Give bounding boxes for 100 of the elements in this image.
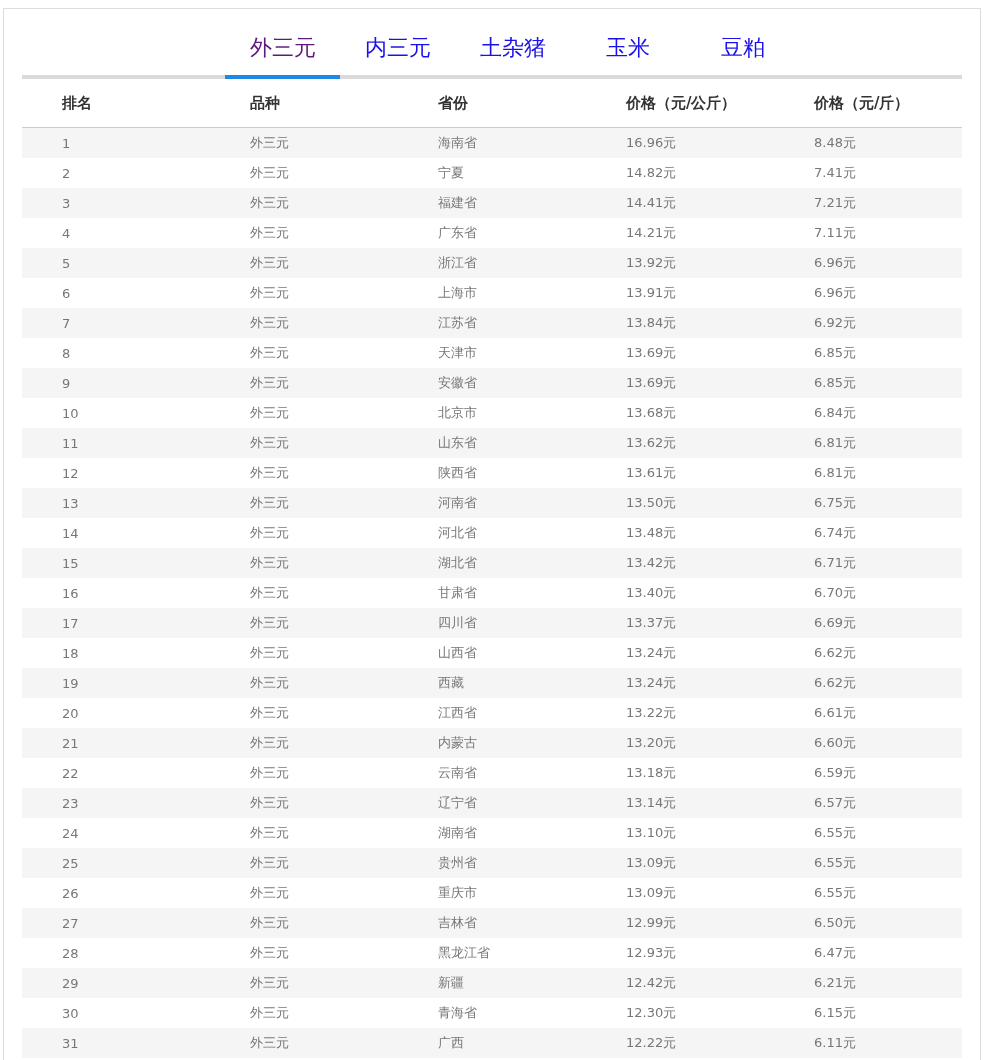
table-cell-text: 6.96元	[813, 254, 857, 272]
table-cell-text: 14.21元	[625, 224, 678, 242]
table-cell-text: 贵州省	[437, 854, 478, 872]
tab[interactable]: 玉米	[570, 27, 685, 79]
tab[interactable]: 土杂猪	[455, 27, 570, 79]
table-cell-text: 6.85元	[813, 344, 857, 362]
table-cell-text: 黑龙江省	[437, 944, 491, 962]
table-cell-text: 17	[61, 615, 80, 631]
table-cell-text: 云南省	[437, 764, 478, 782]
table-cell-text: 31	[61, 1035, 80, 1051]
table-cell-text: 上海市	[437, 284, 478, 302]
table-cell-text: 6.57元	[813, 794, 857, 812]
table-cell-text: 5	[61, 255, 72, 271]
table-cell-text: 外三元	[249, 224, 290, 242]
table-cell-text: 13.10元	[625, 824, 678, 842]
table-cell-text: 外三元	[249, 674, 290, 692]
table-cell-text: 13.84元	[625, 314, 678, 332]
table-cell-text: 6.55元	[813, 884, 857, 902]
table-cell-text: 四川省	[437, 614, 478, 632]
table-cell-text: 外三元	[249, 884, 290, 902]
table-cell-text: 23	[61, 795, 80, 811]
table-cell-text: 4	[61, 225, 72, 241]
table-cell-text: 外三元	[249, 344, 290, 362]
table-cell-text: 22	[61, 765, 80, 781]
table-cell-text: 外三元	[249, 794, 290, 812]
table-cell-text: 6.55元	[813, 824, 857, 842]
table-cell-text: 27	[61, 915, 80, 931]
table-cell-text: 6	[61, 285, 72, 301]
table-cell-text: 13.68元	[625, 404, 678, 422]
table-cell-text: 6.81元	[813, 434, 857, 452]
table-cell-text: 30	[61, 1005, 80, 1021]
table-cell-text: 外三元	[249, 194, 290, 212]
table-cell-text: 6.75元	[813, 494, 857, 512]
table-cell-text: 13.91元	[625, 284, 678, 302]
table-cell-text: 6.81元	[813, 464, 857, 482]
tab[interactable]: 内三元	[340, 27, 455, 79]
table-cell-text: 13.09元	[625, 854, 678, 872]
table-cell-text: 外三元	[249, 614, 290, 632]
table-cell-text: 6.92元	[813, 314, 857, 332]
table-cell-text: 外三元	[249, 704, 290, 722]
table-cell-text: 6.74元	[813, 524, 857, 542]
table-cell-text: 19	[61, 675, 80, 691]
table-cell-text: 辽宁省	[437, 794, 478, 812]
table-cell-text: 13.92元	[625, 254, 678, 272]
table-cell-text: 外三元	[249, 974, 290, 992]
table-cell-text: 外三元	[249, 164, 290, 182]
table-cell-text: 12.30元	[625, 1004, 678, 1022]
table-cell-text: 外三元	[249, 1034, 290, 1052]
table-cell-text: 7.41元	[813, 164, 857, 182]
table-cell-text: 12.22元	[625, 1034, 678, 1052]
table-cell-text: 外三元	[249, 284, 290, 302]
table-cell-text: 外三元	[249, 134, 290, 152]
table-cell-text: 内蒙古	[437, 734, 478, 752]
table-cell-text: 13.18元	[625, 764, 678, 782]
table-cell-text: 6.62元	[813, 674, 857, 692]
table-cell-text: 外三元	[249, 524, 290, 542]
table-cell-text: 15	[61, 555, 80, 571]
table-cell-text: 13.62元	[625, 434, 678, 452]
table-cell-text: 6.85元	[813, 374, 857, 392]
table-cell-text: 吉林省	[437, 914, 478, 932]
table-cell-text: 12	[61, 465, 80, 481]
table-cell-text: 13.69元	[625, 374, 678, 392]
table-cell-text: 外三元	[249, 644, 290, 662]
table-cell-text: 外三元	[249, 494, 290, 512]
tab[interactable]: 豆粕	[685, 27, 800, 79]
table-cell-text: 西藏	[437, 674, 465, 692]
table-cell-text: 29	[61, 975, 80, 991]
table-cell-text: 湖北省	[437, 554, 478, 572]
table-cell-text: 6.61元	[813, 704, 857, 722]
table-cell-text: 12.42元	[625, 974, 678, 992]
table-cell-text: 24	[61, 825, 80, 841]
table-cell-text: 海南省	[437, 134, 478, 152]
table-cell-text: 13.37元	[625, 614, 678, 632]
table-cell-text: 外三元	[249, 914, 290, 932]
table-cell-text: 外三元	[249, 254, 290, 272]
table-cell-text: 陕西省	[437, 464, 478, 482]
table-cell-text: 外三元	[249, 554, 290, 572]
table-cell-text: 18	[61, 645, 80, 661]
column-header: 价格（元/公斤）	[625, 93, 738, 113]
table-cell-text: 安徽省	[437, 374, 478, 392]
column-header: 排名	[61, 93, 93, 113]
table-cell-text: 山东省	[437, 434, 478, 452]
table-cell-text: 13.40元	[625, 584, 678, 602]
table-cell-text: 宁夏	[437, 164, 465, 182]
table-cell-text: 16.96元	[625, 134, 678, 152]
table-cell-text: 26	[61, 885, 80, 901]
table-cell-text: 13.69元	[625, 344, 678, 362]
table-cell-text: 外三元	[249, 734, 290, 752]
table-cell-text: 江西省	[437, 704, 478, 722]
table-cell-text: 外三元	[249, 764, 290, 782]
table-cell-text: 江苏省	[437, 314, 478, 332]
table-cell-text: 外三元	[249, 584, 290, 602]
table-cell-text: 6.47元	[813, 944, 857, 962]
table-cell-text: 12.93元	[625, 944, 678, 962]
table-cell-text: 外三元	[249, 404, 290, 422]
table-cell-text: 6.15元	[813, 1004, 857, 1022]
tab[interactable]: 外三元	[225, 27, 340, 79]
table-cell-text: 广东省	[437, 224, 478, 242]
table-cell-text: 6.60元	[813, 734, 857, 752]
table-cell-text: 13.22元	[625, 704, 678, 722]
